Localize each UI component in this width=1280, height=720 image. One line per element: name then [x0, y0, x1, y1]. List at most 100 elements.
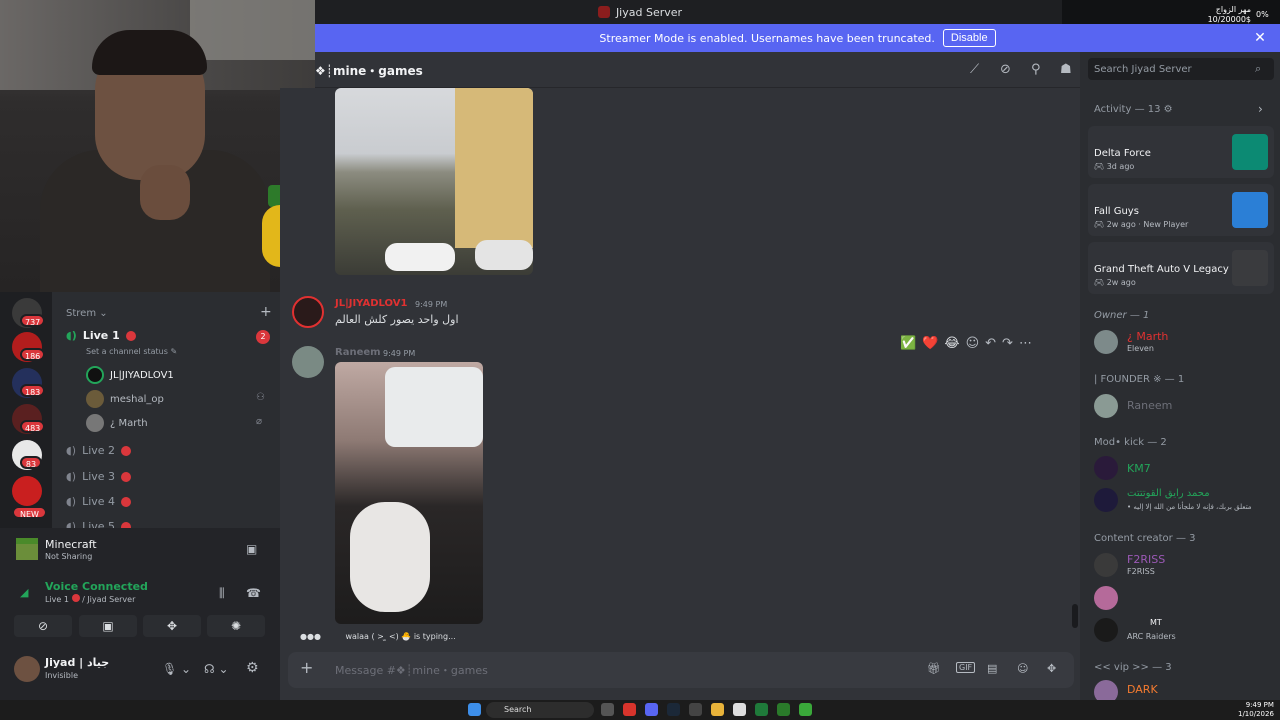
brave-icon[interactable] — [623, 703, 636, 716]
activity-header: Activity — 13 ⚙ — [1094, 104, 1173, 115]
search-icon[interactable]: ⌕ — [1255, 62, 1261, 76]
unread-badge: 737 — [20, 314, 46, 327]
voice-speaker-icon: ◖) — [66, 329, 77, 342]
avatar[interactable] — [292, 346, 324, 378]
username: Jiyad | جياد — [45, 656, 110, 669]
threads-icon[interactable]: ⟋ — [970, 62, 979, 77]
channel-category[interactable]: Strem ⌄ — [66, 308, 108, 319]
add-reaction-icon[interactable]: ☺ — [966, 336, 980, 351]
voice-user[interactable]: ¿ Marth — [86, 414, 148, 432]
message-author[interactable]: Raneem — [335, 347, 381, 358]
microphone-icon[interactable]: 🎙︎ ⌄ — [162, 662, 191, 676]
muted-icon: ⌀ — [256, 416, 263, 427]
member-status: • متعلق بربك، فإنه لا ملجأنا من الله إلا… — [1127, 503, 1252, 511]
avatar[interactable] — [1094, 618, 1118, 642]
member-status: F2RISS — [1127, 567, 1155, 576]
channel-status-input[interactable]: Set a channel status ✎ — [86, 347, 177, 356]
app-icon[interactable] — [689, 703, 702, 716]
activities-button[interactable]: ✥ — [143, 615, 201, 637]
more-options-icon[interactable]: ⋯ — [1019, 336, 1032, 351]
system-clock[interactable]: 9:49 PM 1/10/2026 — [1238, 701, 1274, 719]
avatar[interactable] — [1094, 456, 1118, 480]
gift-icon[interactable]: 🎁︎ — [927, 662, 941, 675]
member-name[interactable]: ¿ Marth — [1127, 330, 1168, 343]
search-placeholder[interactable]: Search Jiyad Server — [1094, 64, 1192, 75]
member-name[interactable]: DARK — [1127, 683, 1158, 696]
discord-icon[interactable] — [645, 703, 658, 716]
voice-channel[interactable]: ◖) Live 2 — [66, 444, 132, 457]
excel-icon[interactable] — [755, 703, 768, 716]
message-author[interactable]: JL|JIYADLOV1 — [335, 298, 407, 309]
steam-icon[interactable] — [667, 703, 680, 716]
member-name[interactable]: محمد رايق القوتتتت — [1127, 488, 1210, 499]
activity-game: Delta Force — [1094, 148, 1151, 159]
voice-channel-live-1[interactable]: ◖) Live 1 — [66, 329, 136, 342]
taskbar-search[interactable]: Search — [486, 702, 594, 718]
fall-guys-art — [1232, 192, 1268, 228]
share-screen-button[interactable]: ▣ — [79, 615, 137, 637]
file-explorer-icon[interactable] — [711, 703, 724, 716]
member-name[interactable]: Raneem — [1127, 399, 1172, 412]
member-name[interactable]: KM7 — [1127, 462, 1151, 475]
speaker-icon: ◖) — [66, 495, 77, 508]
sticker-icon[interactable]: ▤ — [987, 662, 997, 675]
noise-suppression-icon[interactable]: ⫼ — [219, 586, 225, 601]
channel-list: Strem ⌄ + ◖) Live 1 2 Set a channel stat… — [52, 292, 280, 528]
avatar[interactable] — [1094, 394, 1118, 418]
headphones-icon[interactable]: ☊ ⌄ — [204, 662, 229, 676]
disconnect-icon[interactable]: ☎ — [246, 586, 261, 600]
reaction-check[interactable]: ✅ — [900, 336, 916, 351]
reaction-heart[interactable]: ❤️ — [922, 336, 938, 351]
unread-badge: 83 — [20, 456, 42, 469]
live-dot-icon — [121, 471, 132, 482]
voice-channel[interactable]: ◖) Live 5 — [66, 520, 132, 528]
voice-location[interactable]: Live 1 / Jiyad Server — [45, 594, 135, 604]
member-name[interactable]: F2RISS — [1127, 553, 1165, 566]
avatar[interactable] — [292, 296, 324, 328]
task-view-icon[interactable] — [601, 703, 614, 716]
disable-streamer-mode-button[interactable]: Disable — [942, 29, 996, 47]
reaction-laugh[interactable]: 😂 — [944, 336, 959, 351]
voice-channel[interactable]: ◖) Live 4 — [66, 495, 132, 508]
live-dot-icon — [121, 445, 132, 456]
voice-channel[interactable]: ◖) Live 3 — [66, 470, 132, 483]
voice-user[interactable]: meshal_op — [86, 390, 164, 408]
chevron-right-icon[interactable]: › — [1258, 102, 1263, 116]
notifications-off-icon[interactable]: ⊘ — [1000, 62, 1011, 77]
share-screen-icon[interactable]: ▣ — [246, 542, 257, 556]
composer-placeholder[interactable]: Message #❖┊mine・games — [335, 662, 488, 678]
close-icon[interactable]: ✕ — [1250, 28, 1270, 48]
role-header: << vip >> — 3 — [1094, 662, 1172, 673]
settings-gear-icon[interactable]: ⚙ — [246, 660, 259, 676]
scrollbar-thumb[interactable] — [1072, 604, 1078, 628]
role-header: Owner — 1 — [1094, 310, 1150, 321]
user-status: Invisible — [45, 671, 78, 680]
emoji-icon[interactable]: ☺ — [1017, 662, 1028, 675]
add-attachment-icon[interactable]: + — [300, 658, 313, 677]
soundboard-button[interactable]: ✺ — [207, 615, 265, 637]
user-avatar[interactable] — [14, 656, 40, 682]
store-icon[interactable] — [733, 703, 746, 716]
server-icon[interactable] — [12, 476, 42, 506]
add-channel-icon[interactable]: + — [260, 304, 272, 320]
message-image-attachment[interactable] — [335, 362, 483, 624]
member-name[interactable]: MT — [1150, 618, 1162, 627]
activity-time: 🎮︎ 3d ago — [1094, 162, 1135, 171]
reply-icon[interactable]: ↶ — [985, 336, 996, 351]
voice-user[interactable]: JL|JIYADLOV1 — [86, 366, 174, 384]
avatar[interactable] — [1094, 488, 1118, 512]
forward-icon[interactable]: ↷ — [1002, 336, 1013, 351]
avatar[interactable] — [1094, 586, 1118, 610]
start-menu-icon[interactable] — [468, 703, 481, 716]
streaming-icon: ⚇ — [256, 392, 265, 403]
message-image-attachment[interactable] — [335, 88, 533, 275]
minecraft-taskbar-icon[interactable] — [799, 703, 812, 716]
xbox-icon[interactable] — [777, 703, 790, 716]
pin-icon[interactable]: ⚲ — [1031, 62, 1041, 77]
gif-icon[interactable]: GIF — [956, 662, 976, 673]
member-list-icon[interactable]: ☗ — [1060, 62, 1072, 77]
avatar[interactable] — [1094, 330, 1118, 354]
camera-off-button[interactable]: ⊘ — [14, 615, 72, 637]
apps-icon[interactable]: ✥ — [1047, 662, 1056, 675]
avatar[interactable] — [1094, 553, 1118, 577]
